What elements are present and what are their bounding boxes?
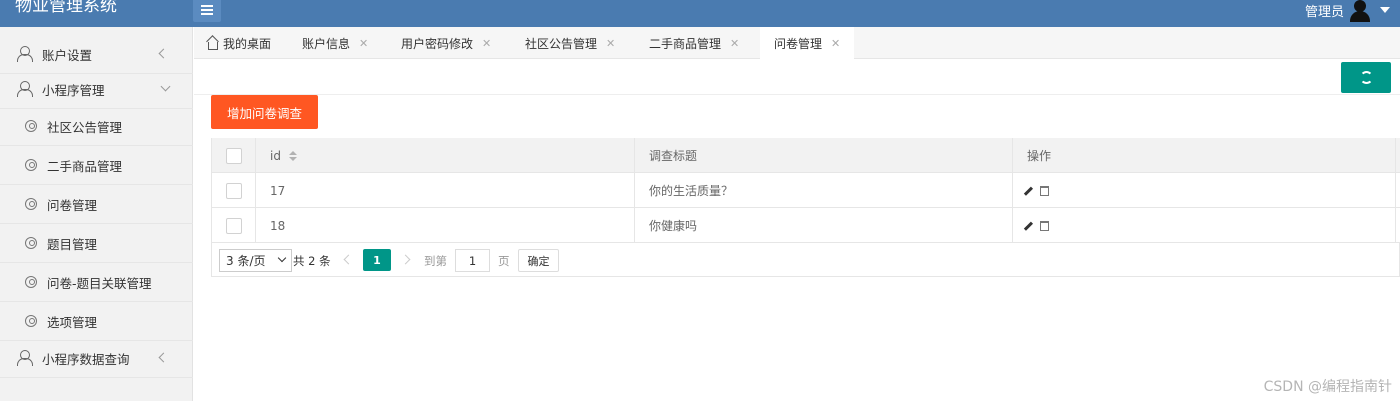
table-row: 18 你健康吗 xyxy=(211,208,1400,243)
column-header-id[interactable]: id xyxy=(256,138,635,173)
tab-secondhand-goods[interactable]: 二手商品管理 ✕ xyxy=(649,27,739,59)
row-checkbox[interactable] xyxy=(226,182,242,199)
tab-label: 问卷管理 xyxy=(774,37,823,51)
page-unit-label: 页 xyxy=(498,253,510,268)
pagination: 3 条/页 共 2 条 1 到第 1 页 确定 xyxy=(211,242,1400,277)
chevron-left-icon xyxy=(158,352,169,363)
caret-down-icon xyxy=(1380,7,1390,13)
sidebar-item-label: 社区公告管理 xyxy=(47,119,123,135)
user-name: 管理员 xyxy=(1304,4,1344,20)
close-icon[interactable]: ✕ xyxy=(482,37,491,50)
column-header-actions: 操作 xyxy=(1013,138,1396,173)
current-page-button[interactable]: 1 xyxy=(363,249,391,271)
circle-user-icon xyxy=(25,276,37,288)
person-icon xyxy=(16,81,33,97)
tab-label: 账户信息 xyxy=(302,36,351,51)
tab-label: 社区公告管理 xyxy=(525,36,598,51)
sidebar-item-miniprogram-data-query[interactable]: 小程序数据查询 xyxy=(0,339,193,378)
total-count: 共 2 条 xyxy=(293,253,331,268)
user-menu[interactable]: 管理员 xyxy=(1305,0,1390,22)
home-icon xyxy=(206,37,218,50)
circle-user-icon xyxy=(25,159,37,171)
menu-toggle-button[interactable] xyxy=(193,0,221,22)
sidebar-item-label: 小程序管理 xyxy=(42,82,105,98)
sort-icon[interactable] xyxy=(288,150,297,161)
sidebar-item-label: 选项管理 xyxy=(47,314,98,330)
tab-account-info[interactable]: 账户信息 ✕ xyxy=(302,27,368,59)
sidebar: 账户设置 小程序管理 社区公告管理 二手商品管理 问卷管理 题目管理 问卷-题目… xyxy=(0,27,193,401)
tab-my-desktop[interactable]: 我的桌面 xyxy=(206,27,271,59)
sidebar-item-label: 小程序数据查询 xyxy=(42,351,130,367)
close-icon[interactable]: ✕ xyxy=(831,37,840,50)
row-checkbox[interactable] xyxy=(226,217,242,234)
chevron-down-icon xyxy=(277,253,287,263)
table-header-row: id 调查标题 操作 xyxy=(211,138,1400,173)
person-icon xyxy=(16,350,33,366)
column-label: 操作 xyxy=(1027,149,1052,163)
next-page-icon[interactable] xyxy=(400,254,411,265)
circle-user-icon xyxy=(25,120,37,132)
cell-id: 17 xyxy=(256,173,635,208)
goto-label: 到第 xyxy=(424,253,447,268)
column-label: 调查标题 xyxy=(649,149,698,163)
page-size-value: 3 条/页 xyxy=(226,254,266,268)
trash-icon[interactable] xyxy=(1039,220,1049,231)
tab-label: 我的桌面 xyxy=(223,36,272,51)
select-all-checkbox[interactable] xyxy=(226,147,242,164)
top-header: 物业管理系统 管理员 xyxy=(0,0,1400,27)
sidebar-item-account-settings[interactable]: 账户设置 xyxy=(0,35,193,74)
cell-actions xyxy=(1013,173,1396,208)
edit-icon[interactable] xyxy=(1023,221,1033,230)
cell-id: 18 xyxy=(256,208,635,243)
trash-icon[interactable] xyxy=(1039,185,1049,196)
sidebar-item-label: 问卷管理 xyxy=(47,197,98,213)
sidebar-item-label: 账户设置 xyxy=(42,47,93,63)
avatar xyxy=(1348,0,1372,22)
goto-page-input[interactable]: 1 xyxy=(455,249,490,272)
sidebar-item-label: 题目管理 xyxy=(47,236,98,252)
sidebar-item-label: 问卷-题目关联管理 xyxy=(47,275,152,291)
cell-title: 你健康吗 xyxy=(635,208,1013,243)
circle-user-icon xyxy=(25,315,37,327)
sidebar-item-questions[interactable]: 题目管理 xyxy=(0,224,193,263)
tab-questionnaire[interactable]: 问卷管理 ✕ xyxy=(760,27,855,60)
cell-title: 你的生活质量？ xyxy=(635,173,1013,208)
sidebar-item-miniprogram-management[interactable]: 小程序管理 xyxy=(0,70,193,109)
circle-user-icon xyxy=(25,237,37,249)
tab-label: 二手商品管理 xyxy=(649,36,722,51)
sidebar-item-options[interactable]: 选项管理 xyxy=(0,302,193,341)
hamburger-icon xyxy=(201,9,213,11)
cell-actions xyxy=(1013,208,1396,243)
column-label: id xyxy=(270,148,281,163)
edit-icon[interactable] xyxy=(1023,186,1033,195)
sidebar-item-community-notice[interactable]: 社区公告管理 xyxy=(0,107,193,146)
watermark: CSDN @编程指南针 xyxy=(1263,379,1392,395)
content-toolbar xyxy=(194,60,1400,95)
tab-community-notice[interactable]: 社区公告管理 ✕ xyxy=(525,27,615,59)
close-icon[interactable]: ✕ xyxy=(359,37,368,50)
tab-label: 用户密码修改 xyxy=(401,36,474,51)
column-header-title: 调查标题 xyxy=(635,138,1013,173)
refresh-icon xyxy=(1359,71,1373,84)
page-size-select[interactable]: 3 条/页 xyxy=(219,249,292,272)
confirm-button[interactable]: 确定 xyxy=(518,249,559,272)
chevron-down-icon xyxy=(160,81,171,92)
person-icon xyxy=(16,46,33,62)
refresh-button[interactable] xyxy=(1341,62,1391,93)
app-title: 物业管理系统 xyxy=(15,0,117,16)
sidebar-item-questionnaire[interactable]: 问卷管理 xyxy=(0,185,193,224)
tab-password-change[interactable]: 用户密码修改 ✕ xyxy=(401,27,491,59)
close-icon[interactable]: ✕ xyxy=(730,37,739,50)
sidebar-item-questionnaire-question-link[interactable]: 问卷-题目关联管理 xyxy=(0,263,193,302)
prev-page-icon[interactable] xyxy=(343,254,354,265)
table-row: 17 你的生活质量？ xyxy=(211,173,1400,208)
chevron-left-icon xyxy=(158,48,169,59)
sidebar-item-secondhand-goods[interactable]: 二手商品管理 xyxy=(0,146,193,185)
tab-bar: 我的桌面 账户信息 ✕ 用户密码修改 ✕ 社区公告管理 ✕ 二手商品管理 ✕ 问… xyxy=(194,27,1400,60)
close-icon[interactable]: ✕ xyxy=(606,37,615,50)
add-questionnaire-button[interactable]: 增加问卷调查 xyxy=(211,95,318,129)
circle-user-icon xyxy=(25,198,37,210)
sidebar-item-label: 二手商品管理 xyxy=(47,158,123,174)
